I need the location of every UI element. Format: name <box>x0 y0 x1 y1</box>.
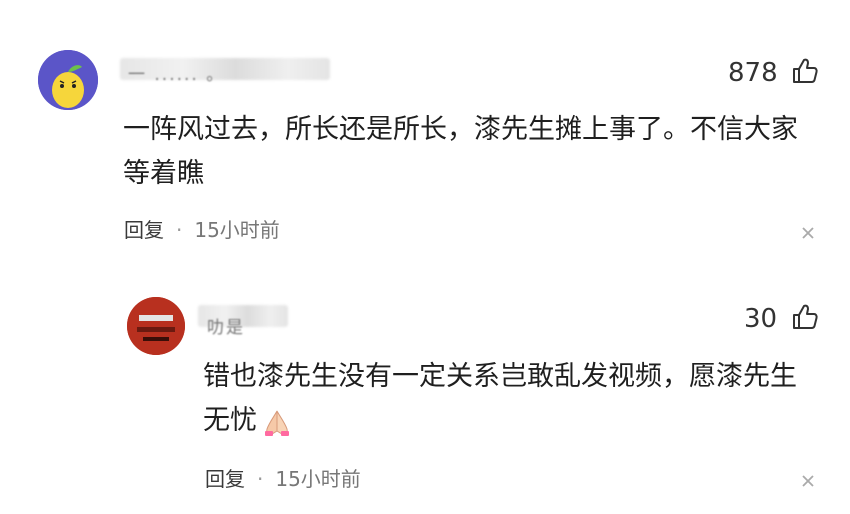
close-icon[interactable] <box>801 226 815 240</box>
comment-footer: 回复 · 15小时前 <box>124 220 280 240</box>
username: 叻是 <box>207 318 245 338</box>
comment-text-line: 错也漆先生没有一定关系岂敢乱发视频，愿漆先生 <box>203 361 797 392</box>
comment-text: 错也漆先生没有一定关系岂敢乱发视频，愿漆先生 无忧 <box>203 355 833 443</box>
thumbs-up-icon[interactable] <box>791 57 819 85</box>
reply-button[interactable]: 回复 <box>205 467 245 491</box>
thumbs-up-icon[interactable] <box>791 303 819 331</box>
separator: · <box>176 218 183 242</box>
close-icon[interactable] <box>801 474 815 488</box>
separator: · <box>257 467 264 491</box>
comment-text: 一阵风过去，所长还是所长，漆先生摊上事了。不信大家 等着瞧 <box>123 108 833 196</box>
comment-text-fragment: 无忧 <box>203 405 257 436</box>
comment-footer: 回复 · 15小时前 <box>205 469 361 489</box>
avatar[interactable] <box>38 50 98 110</box>
timestamp: 15小时前 <box>275 467 361 491</box>
username: 一 ...... 。 <box>128 65 226 85</box>
reply-button[interactable]: 回复 <box>124 218 164 242</box>
timestamp: 15小时前 <box>194 218 280 242</box>
folded-hands-emoji-icon <box>265 410 289 436</box>
comment-text-line: 无忧 <box>203 399 833 443</box>
avatar-image-icon <box>127 297 185 355</box>
comment-text-line: 等着瞧 <box>123 158 204 189</box>
avatar[interactable] <box>127 297 185 355</box>
like-count: 878 <box>728 58 778 88</box>
lemon-avatar-icon <box>38 50 98 110</box>
comment-text-line: 一阵风过去，所长还是所长，漆先生摊上事了。不信大家 <box>123 114 798 145</box>
like-count: 30 <box>744 304 778 334</box>
